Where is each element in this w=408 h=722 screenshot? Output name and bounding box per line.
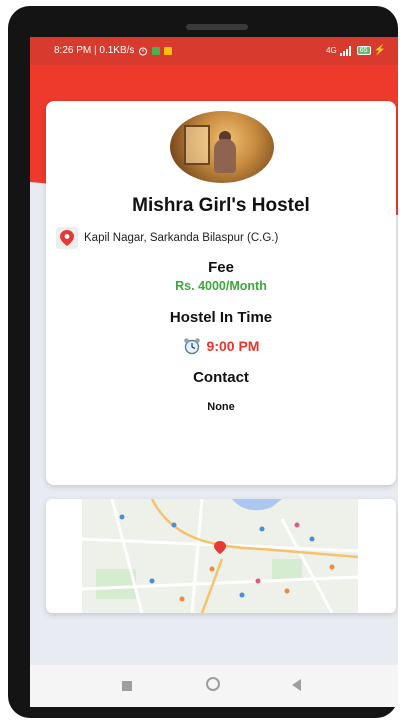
hostel-name: Mishra Girl's Hostel <box>132 195 310 216</box>
photo-window <box>184 125 210 165</box>
hostel-address: Kapil Nagar, Sarkanda Bilaspur (C.G.) <box>84 232 279 244</box>
circle-icon[interactable] <box>206 677 220 691</box>
back-triangle-icon[interactable] <box>292 679 301 691</box>
location-pin-icon <box>56 227 78 249</box>
speaker-notch <box>186 24 248 30</box>
battery-level: 65 <box>359 47 368 54</box>
contact-value: None <box>207 401 235 413</box>
signal-icon <box>339 45 351 56</box>
in-time-heading: Hostel In Time <box>169 309 273 326</box>
address-row[interactable]: Kapil Nagar, Sarkanda Bilaspur (C.G.) <box>56 227 278 249</box>
square-icon[interactable] <box>122 681 132 691</box>
battery-icon: 65 <box>356 46 371 55</box>
fee-heading: Fee <box>208 259 234 276</box>
notification-status-icon <box>164 46 173 55</box>
charging-icon: ⚡ <box>373 45 386 56</box>
contact-heading: Contact <box>193 369 249 386</box>
status-left: 8:26 PM | 0.1KB/s <box>54 45 173 56</box>
in-time-row: 9:00 PM <box>46 337 396 355</box>
hostel-photo[interactable] <box>170 111 274 183</box>
message-status-icon <box>152 46 161 55</box>
location-map[interactable] <box>82 499 358 613</box>
app-screen: 8:26 PM | 0.1KB/s 4G 65 ⚡ Mishra Girl's … <box>30 37 398 707</box>
fee-value: Rs. 4000/Month <box>175 279 267 293</box>
network-label: 4G <box>326 46 337 55</box>
phone-frame: 8:26 PM | 0.1KB/s 4G 65 ⚡ Mishra Girl's … <box>8 6 398 718</box>
in-time-value: 9:00 PM <box>206 338 260 354</box>
status-right: 4G 65 ⚡ <box>326 45 386 56</box>
alarm-status-icon <box>139 47 148 55</box>
alarm-clock-icon <box>183 338 200 355</box>
map-card[interactable] <box>46 499 396 613</box>
status-bar: 8:26 PM | 0.1KB/s 4G 65 ⚡ <box>30 37 398 65</box>
status-time: 8:26 PM | 0.1KB/s <box>54 45 135 56</box>
photo-person-body <box>214 139 236 173</box>
hostel-detail-card: Mishra Girl's Hostel Kapil Nagar, Sarkan… <box>46 101 396 485</box>
system-navigation-bar <box>30 665 398 707</box>
